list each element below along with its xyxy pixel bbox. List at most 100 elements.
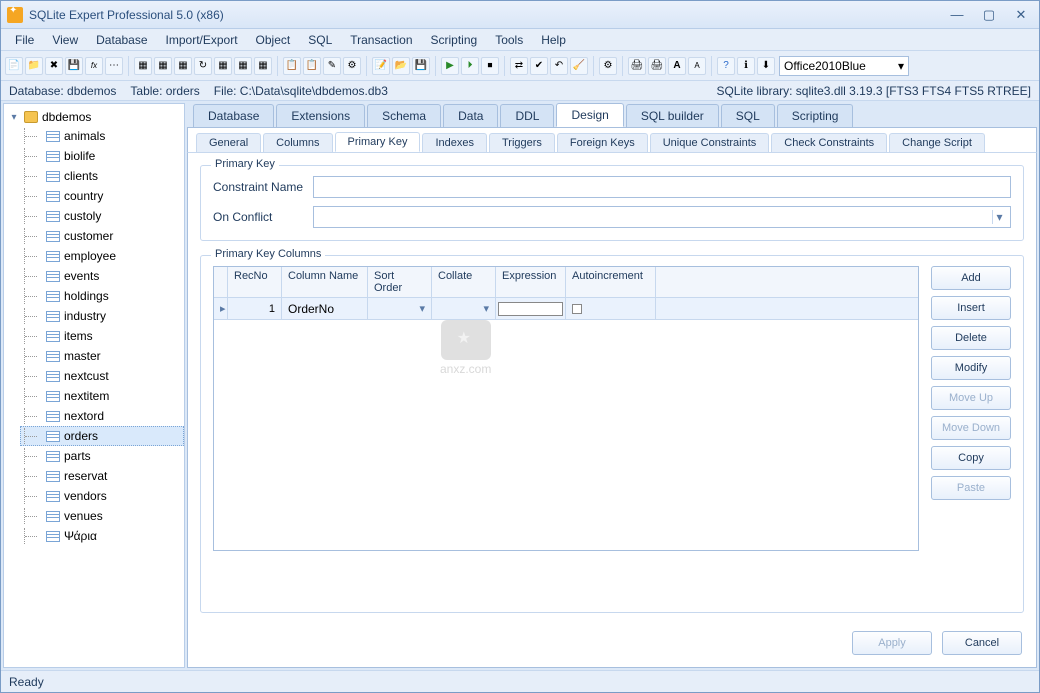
tree-item-vendors[interactable]: vendors bbox=[20, 486, 184, 506]
tb-new-index[interactable]: ▦ bbox=[214, 57, 232, 75]
col-column-name[interactable]: Column Name bbox=[282, 267, 368, 297]
col-sort-order[interactable]: Sort Order bbox=[368, 267, 432, 297]
tab-schema[interactable]: Schema bbox=[367, 104, 441, 127]
tree-root[interactable]: ▾ dbdemos bbox=[4, 108, 184, 126]
tab-database[interactable]: Database bbox=[193, 104, 274, 127]
tb-begin-trans[interactable]: ⇄ bbox=[510, 57, 528, 75]
tb-new-view[interactable]: ▦ bbox=[174, 57, 192, 75]
constraint-name-input[interactable] bbox=[313, 176, 1011, 198]
collapse-icon[interactable]: ▾ bbox=[8, 112, 20, 123]
maximize-button[interactable]: ▢ bbox=[977, 7, 1001, 23]
menu-import-export[interactable]: Import/Export bbox=[158, 30, 246, 50]
db-tree[interactable]: ▾ dbdemos animalsbiolifeclientscountrycu… bbox=[3, 103, 185, 668]
modify-button[interactable]: Modify bbox=[931, 356, 1011, 380]
tb-new-trigger[interactable]: ▦ bbox=[234, 57, 252, 75]
tb-rollback[interactable]: ↶ bbox=[550, 57, 568, 75]
tb-delete-obj[interactable]: ▦ bbox=[254, 57, 272, 75]
copy-button[interactable]: Copy bbox=[931, 446, 1011, 470]
tb-open-sql[interactable]: 📂 bbox=[392, 57, 410, 75]
tree-item-employee[interactable]: employee bbox=[20, 246, 184, 266]
tb-stop[interactable]: ⏹ bbox=[481, 57, 499, 75]
grid-row[interactable]: ▸ 1 OrderNo ▾ ▾ bbox=[214, 298, 918, 320]
tb-new-sql[interactable]: 📝 bbox=[372, 57, 390, 75]
tab-scripting[interactable]: Scripting bbox=[777, 104, 854, 127]
col-expression[interactable]: Expression bbox=[496, 267, 566, 297]
tree-item-nextord[interactable]: nextord bbox=[20, 406, 184, 426]
tb-font-big[interactable]: A bbox=[668, 57, 686, 75]
tb-font-small[interactable]: A bbox=[688, 57, 706, 75]
tree-item-clients[interactable]: clients bbox=[20, 166, 184, 186]
tb-rename[interactable]: ✎ bbox=[323, 57, 341, 75]
tree-item-country[interactable]: country bbox=[20, 186, 184, 206]
tb-new-table[interactable]: ▦ bbox=[134, 57, 152, 75]
tree-item-nextcust[interactable]: nextcust bbox=[20, 366, 184, 386]
tb-save-sql[interactable]: 💾 bbox=[412, 57, 430, 75]
tree-item-Ψάρια[interactable]: Ψάρια bbox=[20, 526, 184, 546]
tree-item-customer[interactable]: customer bbox=[20, 226, 184, 246]
onconflict-combo[interactable]: ▾ bbox=[313, 206, 1011, 228]
tb-commit[interactable]: ✔ bbox=[530, 57, 548, 75]
cell-expression[interactable] bbox=[496, 298, 566, 319]
cell-column-name[interactable]: OrderNo bbox=[282, 298, 368, 319]
close-button[interactable]: ✕ bbox=[1009, 7, 1033, 23]
tb-vacuum[interactable]: 🧹 bbox=[570, 57, 588, 75]
tb-print[interactable]: 🖨 bbox=[628, 57, 646, 75]
tab-sql-builder[interactable]: SQL builder bbox=[626, 104, 719, 127]
movedown-button[interactable]: Move Down bbox=[931, 416, 1011, 440]
tb-ext[interactable]: ⋯ bbox=[105, 57, 123, 75]
insert-button[interactable]: Insert bbox=[931, 296, 1011, 320]
cancel-button[interactable]: Cancel bbox=[942, 631, 1022, 655]
tree-item-nextitem[interactable]: nextitem bbox=[20, 386, 184, 406]
tree-item-reservat[interactable]: reservat bbox=[20, 466, 184, 486]
cell-autoincrement[interactable] bbox=[566, 298, 656, 319]
tree-item-venues[interactable]: venues bbox=[20, 506, 184, 526]
tab-ddl[interactable]: DDL bbox=[500, 104, 554, 127]
tb-about[interactable]: ℹ bbox=[737, 57, 755, 75]
tb-new-db[interactable]: 📄 bbox=[5, 57, 23, 75]
menu-help[interactable]: Help bbox=[533, 30, 574, 50]
menu-view[interactable]: View bbox=[44, 30, 86, 50]
tb-execute-step[interactable]: ⏵ bbox=[461, 57, 479, 75]
subtab-general[interactable]: General bbox=[196, 133, 261, 152]
apply-button[interactable]: Apply bbox=[852, 631, 932, 655]
tab-extensions[interactable]: Extensions bbox=[276, 104, 365, 127]
cell-collate[interactable]: ▾ bbox=[432, 298, 496, 319]
tb-open-db[interactable]: 📁 bbox=[25, 57, 43, 75]
tb-update[interactable]: ⬇ bbox=[757, 57, 775, 75]
subtab-change-script[interactable]: Change Script bbox=[889, 133, 985, 152]
tab-data[interactable]: Data bbox=[443, 104, 498, 127]
subtab-unique-constraints[interactable]: Unique Constraints bbox=[650, 133, 770, 152]
tb-print-preview[interactable]: 🖨 bbox=[648, 57, 666, 75]
menu-sql[interactable]: SQL bbox=[300, 30, 340, 50]
tree-item-orders[interactable]: orders bbox=[20, 426, 184, 446]
tb-properties[interactable]: ⚙ bbox=[343, 57, 361, 75]
delete-button[interactable]: Delete bbox=[931, 326, 1011, 350]
tb-paste-obj[interactable]: 📋 bbox=[303, 57, 321, 75]
subtab-foreign-keys[interactable]: Foreign Keys bbox=[557, 133, 648, 152]
minimize-button[interactable]: — bbox=[945, 7, 969, 23]
cell-sort-order[interactable]: ▾ bbox=[368, 298, 432, 319]
subtab-primary-key[interactable]: Primary Key bbox=[335, 132, 421, 152]
subtab-indexes[interactable]: Indexes bbox=[422, 133, 487, 152]
tree-item-animals[interactable]: animals bbox=[20, 126, 184, 146]
tree-item-industry[interactable]: industry bbox=[20, 306, 184, 326]
tb-refresh[interactable]: ↻ bbox=[194, 57, 212, 75]
add-button[interactable]: Add bbox=[931, 266, 1011, 290]
col-autoincrement[interactable]: Autoincrement bbox=[566, 267, 656, 297]
tb-save[interactable]: 💾 bbox=[65, 57, 83, 75]
theme-combo[interactable]: Office2010Blue ▾ bbox=[779, 56, 909, 76]
pk-columns-grid[interactable]: RecNo Column Name Sort Order Collate Exp… bbox=[213, 266, 919, 551]
tb-settings[interactable]: ⚙ bbox=[599, 57, 617, 75]
tb-new-table2[interactable]: ▦ bbox=[154, 57, 172, 75]
paste-button[interactable]: Paste bbox=[931, 476, 1011, 500]
tb-help[interactable]: ? bbox=[717, 57, 735, 75]
tb-copy-obj[interactable]: 📋 bbox=[283, 57, 301, 75]
subtab-triggers[interactable]: Triggers bbox=[489, 133, 555, 152]
col-collate[interactable]: Collate bbox=[432, 267, 496, 297]
menu-transaction[interactable]: Transaction bbox=[342, 30, 420, 50]
moveup-button[interactable]: Move Up bbox=[931, 386, 1011, 410]
tree-item-holdings[interactable]: holdings bbox=[20, 286, 184, 306]
subtab-columns[interactable]: Columns bbox=[263, 133, 332, 152]
tb-execute[interactable]: ▶ bbox=[441, 57, 459, 75]
tree-item-custoly[interactable]: custoly bbox=[20, 206, 184, 226]
